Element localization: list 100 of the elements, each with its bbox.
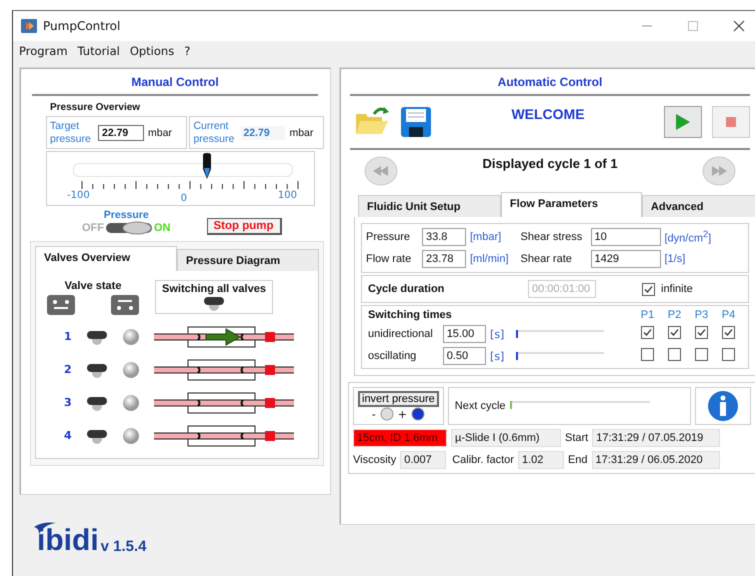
checkbox[interactable] [694, 326, 708, 339]
toggle-switch[interactable] [202, 295, 225, 311]
app-logo-icon [21, 19, 37, 33]
calibration-readout: 1.02 [518, 451, 564, 469]
column-header: P3 [694, 309, 710, 321]
input-field[interactable]: 1429 [590, 250, 660, 268]
panel-title: Manual Control [130, 74, 220, 91]
time-slider-track[interactable] [516, 352, 604, 360]
current-pressure-readout: 22.79 [241, 126, 286, 140]
valve-number: 2 [64, 363, 72, 376]
close-icon[interactable] [733, 20, 745, 32]
checkbox[interactable] [722, 348, 735, 361]
target-pressure-field[interactable]: 22.79 [98, 124, 144, 140]
column-header: P1 [640, 309, 656, 321]
field-label: Current pressure [193, 120, 236, 146]
status-message: WELCOME [510, 106, 586, 122]
input-field[interactable]: 15.00 [442, 325, 486, 343]
valve-open-icon [111, 295, 139, 315]
play-button[interactable] [664, 106, 702, 138]
menu-item[interactable]: Tutorial [78, 44, 120, 58]
toggle-switch[interactable] [86, 328, 108, 344]
field-label: Pressure [366, 231, 412, 243]
field-label: Viscosity [353, 454, 396, 466]
positive-lamp [410, 407, 425, 421]
input-field[interactable]: 33.8 [422, 228, 466, 246]
pressure-slider-track[interactable] [73, 153, 293, 180]
tab[interactable]: Flow Parameters [500, 192, 642, 217]
status-lamp [122, 328, 140, 346]
valve-number: 1 [64, 330, 72, 343]
tab[interactable]: Advanced [642, 195, 755, 217]
switch-label: Pressure [104, 209, 149, 221]
stop-icon [726, 117, 736, 127]
unit-label: mbar [289, 126, 314, 138]
tick-label: 0 [180, 193, 187, 204]
progress-label: Next cycle [454, 400, 506, 412]
section-heading: Switching times [368, 309, 452, 321]
field-label: Start [565, 432, 588, 444]
switch-all-label: Switching all valves [162, 283, 266, 295]
section-heading: Cycle duration [368, 283, 446, 295]
menu-item[interactable]: ? [184, 44, 190, 58]
field-label: oscillating [368, 350, 418, 362]
column-header: P4 [720, 309, 736, 321]
input-field[interactable]: 0.50 [442, 347, 486, 365]
toggle-switch[interactable] [86, 428, 108, 444]
cycle-label: Displayed cycle 1 of 1 [482, 156, 618, 171]
checkbox[interactable] [694, 348, 708, 361]
play-icon [675, 113, 691, 131]
version-label: v 1.5.4 [100, 538, 147, 555]
invert-pressure-button[interactable]: invert pressure [358, 391, 439, 407]
tick-label: 100 [278, 190, 297, 203]
unit-label: mbar [148, 126, 172, 138]
input-field[interactable]: 10 [590, 228, 660, 246]
toggle-switch[interactable] [86, 394, 108, 410]
status-lamp [122, 394, 140, 412]
unit-label: [1/s] [664, 253, 686, 265]
checkbox[interactable] [668, 348, 681, 361]
slide-readout: µ-Slide I (0.6mm) [451, 429, 561, 447]
pressure-toggle[interactable] [105, 221, 153, 235]
checkbox[interactable] [640, 326, 654, 339]
panel-title: Automatic Control [496, 74, 604, 91]
status-lamp [122, 426, 140, 444]
valve-number: 3 [64, 396, 72, 409]
on-label: ON [154, 222, 170, 234]
start-time-readout: 17:31:29 / 07.05.2019 [592, 429, 720, 447]
field-label: End [568, 454, 588, 466]
info-icon[interactable] [707, 390, 739, 422]
field-label: unidirectional [368, 328, 434, 340]
time-slider-track[interactable] [516, 330, 604, 338]
unit-label: [s] [490, 328, 506, 340]
menu-item[interactable]: Program [19, 44, 68, 58]
unit-label: [dyn/cm$^{2}$] [664, 229, 712, 245]
plus-label: + [398, 408, 407, 420]
field-label: Shear stress [520, 231, 584, 243]
slider-thumb[interactable] [202, 153, 212, 179]
menu-item[interactable]: Options [130, 44, 174, 58]
save-icon[interactable] [400, 106, 432, 138]
field-label: Calibr. factor [452, 454, 514, 466]
tick-label: -100 [67, 190, 90, 203]
checkbox[interactable] [640, 348, 654, 361]
brand-logo: ibidi [37, 527, 99, 555]
column-header: P2 [666, 309, 682, 321]
unit-label: [s] [490, 350, 506, 362]
status-lamp [122, 360, 140, 378]
stop-pump-button[interactable]: Stop pump [206, 218, 282, 235]
viscosity-readout: 0.007 [400, 451, 446, 469]
valve-number: 4 [64, 429, 72, 442]
unit-label: [ml/min] [470, 253, 508, 265]
checkbox[interactable] [668, 326, 681, 339]
tab[interactable]: Valves Overview [35, 246, 177, 271]
end-time-readout: 17:31:29 / 06.05.2020 [592, 451, 720, 469]
window-title: PumpControl [43, 19, 120, 33]
checkbox[interactable] [722, 326, 735, 339]
input-field[interactable]: 23.78 [422, 250, 466, 268]
tab[interactable]: Fluidic Unit Setup [358, 195, 501, 217]
unit-label: [mbar] [470, 231, 502, 243]
toggle-switch[interactable] [86, 362, 108, 378]
tab[interactable]: Pressure Diagram [177, 249, 319, 271]
section-heading: Valve state [64, 280, 122, 292]
field-label: Target pressure [50, 120, 92, 146]
section-heading: Pressure Overview [50, 102, 142, 113]
